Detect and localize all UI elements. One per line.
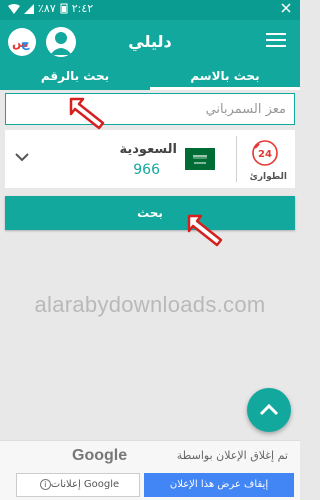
menu-icon[interactable] — [266, 33, 286, 51]
ad-closed-message: تم إغلاق الإعلان بواسطة — [176, 449, 288, 462]
status-icons: ٢:٤٢ ٨٧٪ — [8, 2, 93, 15]
app-bar: ﺱﺝ دليلي — [0, 20, 300, 65]
google-logo: Google — [72, 447, 128, 464]
app-title: دليلي — [128, 32, 172, 51]
tab-search-by-name[interactable]: بحث بالاسم — [150, 65, 300, 90]
battery-icon — [60, 3, 68, 14]
google-ads-button[interactable]: i إعلانات Google — [16, 473, 140, 497]
emergency-label: الطوارئ — [249, 172, 287, 182]
signal-icon — [24, 3, 34, 14]
notification-off-icon — [281, 3, 291, 13]
saudi-flag-icon — [185, 148, 215, 170]
divider — [236, 136, 237, 182]
tab-bar: بحث بالرقم بحث بالاسم — [0, 65, 300, 90]
tab-search-by-number[interactable]: بحث بالرقم — [0, 65, 150, 90]
stop-ad-button[interactable]: إيقاف عرض هذا الإعلان — [144, 473, 294, 497]
ad-banner: تم إغلاق الإعلان بواسطة Google إيقاف عرض… — [0, 440, 300, 500]
watermark: alarabydownloads.com — [34, 292, 266, 317]
chevron-down-icon[interactable] — [15, 152, 29, 162]
google-ads-label: إعلانات Google — [50, 479, 120, 490]
status-bar: ٢:٤٢ ٨٧٪ — [0, 0, 300, 20]
country-code: 966 — [133, 162, 160, 178]
status-time: ٢:٤٢ — [71, 2, 94, 15]
country-name: السعودية — [119, 142, 178, 157]
annotation-arrow-icon — [187, 214, 223, 247]
search-field — [5, 93, 295, 125]
search-button[interactable]: بحث — [5, 196, 295, 230]
chevron-up-icon — [259, 403, 279, 416]
wifi-icon — [8, 3, 20, 14]
scroll-top-button[interactable] — [247, 388, 291, 432]
info-icon: i — [39, 479, 51, 490]
search-input[interactable] — [6, 94, 294, 124]
battery-level: ٨٧٪ — [38, 2, 56, 15]
emergency-phone-icon[interactable]: 24 — [250, 138, 280, 168]
country-selector[interactable]: السعودية 966 24 الطوارئ — [5, 130, 295, 188]
emergency-badge: 24 — [258, 149, 272, 160]
annotation-arrow-icon — [69, 97, 105, 130]
